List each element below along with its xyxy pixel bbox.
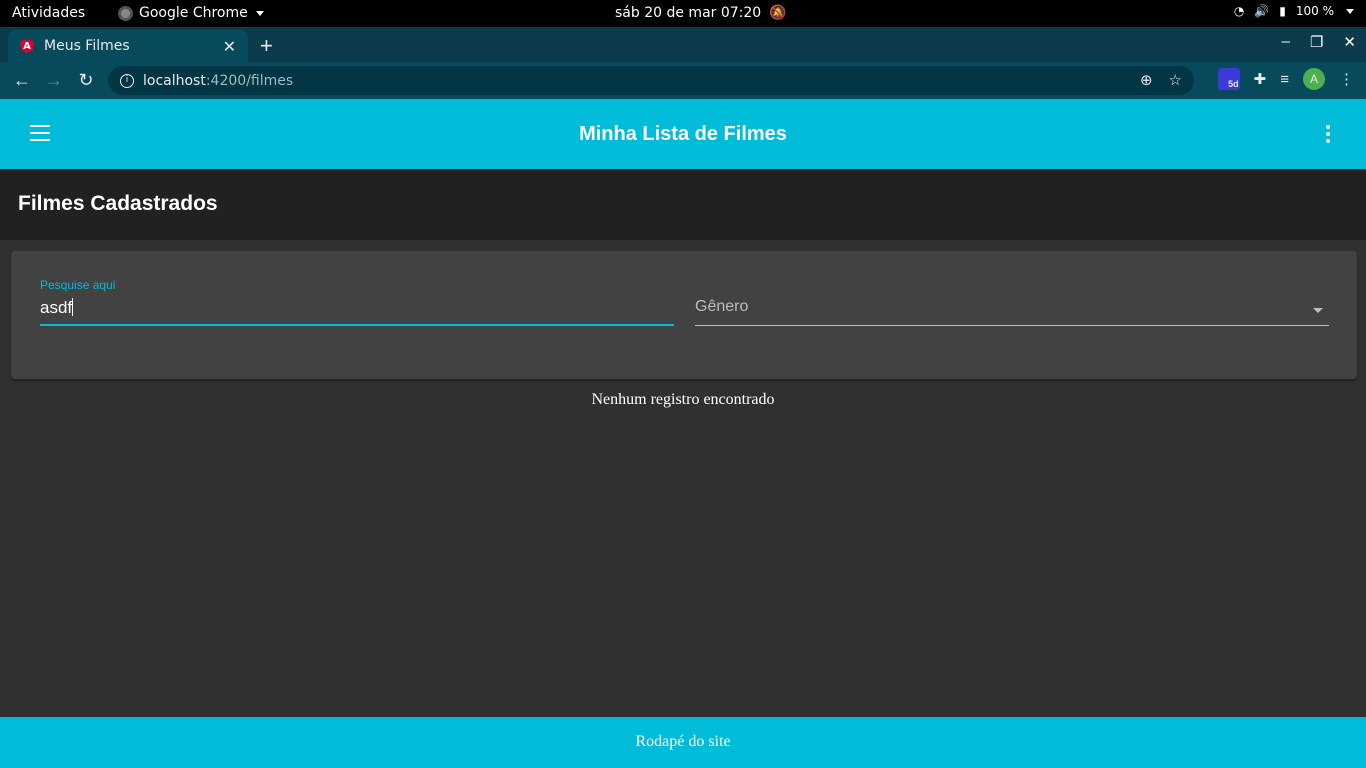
search-value: asdf [40,298,73,317]
dropdown-arrow-icon [1313,308,1323,313]
search-label: Pesquise aqui [40,278,116,292]
search-underline [40,324,674,326]
app-title: Minha Lista de Filmes [579,123,787,145]
angular-icon: A [20,39,34,53]
search-input[interactable]: asdf [40,298,674,322]
chevron-down-icon [1346,8,1354,14]
wifi-icon: ◔ [1233,4,1245,18]
app-menu[interactable]: Google Chrome [118,5,264,21]
maximize-button[interactable]: ❐ [1310,33,1323,51]
avatar[interactable]: A [1303,68,1325,90]
text-caret [72,298,74,316]
zoom-icon[interactable]: ⊕ [1140,71,1153,89]
battery-icon: ▮ [1279,4,1286,18]
browser-toolbar: ← → ↻ i localhost:4200/filmes ⊕ ☆ 5d ✚ ≡… [0,62,1366,99]
chrome-icon [118,5,133,21]
back-button[interactable]: ← [6,70,38,91]
app-menu-label: Google Chrome [139,5,248,21]
tab-title: Meus Filmes [44,38,130,54]
tab-strip: A Meus Filmes ✕ + – ❐ ✕ [0,27,1366,62]
footer-text: Rodapé do site [635,733,731,750]
app-toolbar: Minha Lista de Filmes [0,99,1366,169]
genre-placeholder: Gênero [695,298,749,315]
bookmark-star-icon[interactable]: ☆ [1169,71,1182,89]
extensions-area: 5d ✚ ≡ A ⋮ [1217,68,1354,90]
chevron-down-icon [255,10,264,16]
page-title: Filmes Cadastrados [18,192,218,215]
empty-results-message: Nenhum registro encontrado [591,391,775,408]
forward-button[interactable]: → [38,70,70,91]
puzzle-icon[interactable]: ✚ [1254,70,1267,88]
site-footer: Rodapé do site [0,717,1366,768]
address-bar[interactable]: i localhost:4200/filmes ⊕ ☆ [108,66,1194,95]
filter-card: Pesquise aqui asdf Gênero [11,251,1357,379]
close-window-button[interactable]: ✕ [1343,33,1356,51]
notifications-off-icon: 🔕 [769,5,787,21]
tab-meus-filmes[interactable]: A Meus Filmes ✕ [8,30,248,62]
genre-underline [695,325,1329,326]
activities-button[interactable]: Atividades [12,5,85,21]
new-tab-button[interactable]: + [260,33,273,59]
minimize-button[interactable]: – [1282,33,1290,51]
extension-5d-icon[interactable]: 5d [1217,68,1240,90]
close-icon[interactable]: ✕ [223,37,236,56]
system-tray[interactable]: ◔ 🔊 ▮ 100 % [1234,4,1354,18]
clock-label: sáb 20 de mar 07:20 [615,5,762,21]
kebab-menu-icon[interactable]: ⋮ [1339,70,1354,88]
media-queue-icon[interactable]: ≡ [1280,71,1289,88]
system-top-bar: Atividades Google Chrome sáb 20 de mar 0… [0,0,1366,27]
page-header: Filmes Cadastrados [0,169,1366,240]
clock[interactable]: sáb 20 de mar 07:20 🔕 [615,5,787,21]
genre-select[interactable]: Gênero [695,278,1329,326]
info-icon[interactable]: i [120,73,134,88]
battery-level: 100 % [1295,4,1334,18]
window-controls: – ❐ ✕ [1282,33,1356,51]
url-host: localhost [143,72,206,89]
volume-icon: 🔊 [1254,4,1270,18]
search-field[interactable]: Pesquise aqui asdf [40,278,674,326]
more-vert-icon[interactable] [1326,125,1330,146]
reload-button[interactable]: ↻ [70,70,102,91]
url-path: :4200/filmes [205,72,294,89]
